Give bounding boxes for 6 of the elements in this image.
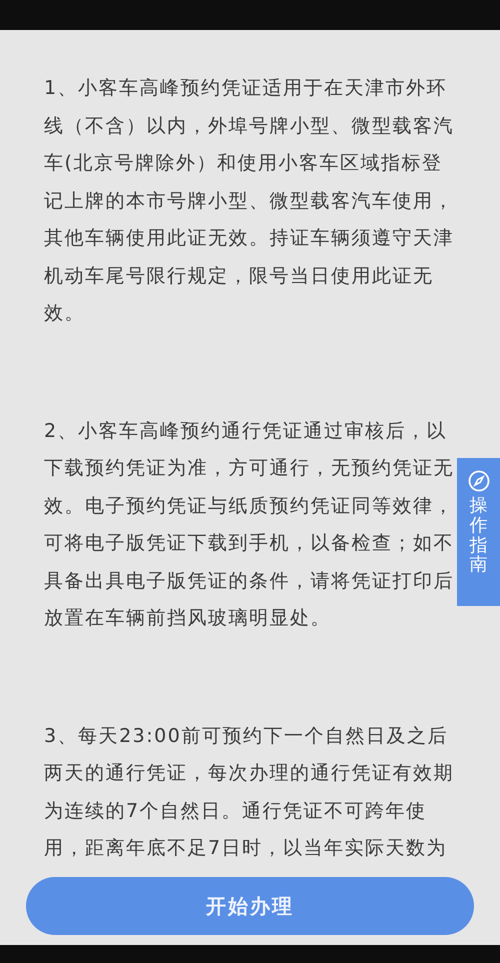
paragraph: 3、每天23:00前可预约下一个自然日及之后两天的通行凭证，每次办理的通行凭证有效期为连续的7个自然日。通行凭证不可跨年使用，距离年底不足7日时，以当年实际天数为 bbox=[44, 724, 455, 861]
paragraph: 2、小客车高峰预约通行凭证通过审核后，以下载预约凭证为准，方可通行，无预约凭证无效。电子预约凭证与纸质预约凭证同等效律，可将电子版凭证下载到手机，以备检查；如不具备出具电子版凭证的条件，请将凭证打印后放置在车辆前挡风玻璃明显处。 bbox=[44, 418, 455, 631]
start-button[interactable]: 开始办理 bbox=[26, 877, 474, 935]
compass-icon bbox=[468, 470, 490, 492]
paragraph: 1、小客车高峰预约凭证适用于在天津市外环线（不含）以内，外埠号牌小型、微型载客汽车(北京号牌除外）和使用小客车区域指标登记上牌的本市号牌小型、微型载客汽车使用，其他车辆使用此证无效。持证车辆须遵守天津机动车尾号限行规定，限号当日使用此证无效。 bbox=[44, 76, 455, 326]
guide-tab[interactable]: 操作指南 bbox=[457, 458, 500, 606]
